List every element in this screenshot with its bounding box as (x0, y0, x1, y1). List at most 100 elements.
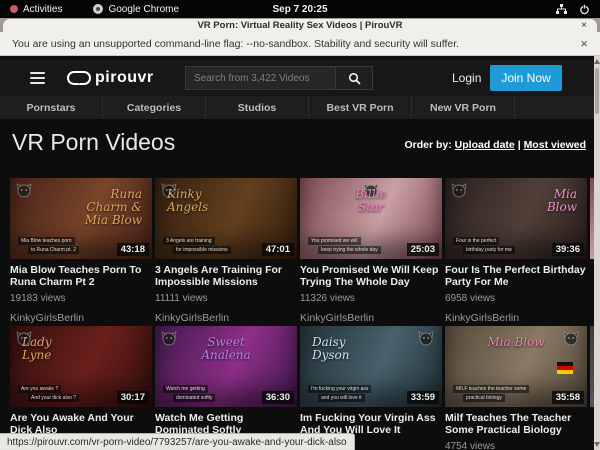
page-content: pirouvr Login Join Now Pornstars Categor… (0, 56, 600, 450)
thumbnail-performer-name: Runa Charm & Mia Blow (85, 188, 142, 228)
video-thumbnail[interactable]: Billie Star You promised we willkeep try… (300, 178, 442, 259)
menu-item-pornstars[interactable]: Pornstars (0, 96, 103, 119)
thumbnail-caption: MILF teaches the teacher somepractical b… (453, 385, 529, 402)
video-thumbnail[interactable]: Mia Blow MILF teaches the teacher somepr… (445, 326, 587, 407)
german-flag-icon (557, 362, 573, 374)
menu-item-categories[interactable]: Categories (103, 96, 206, 119)
order-upload-date-link[interactable]: Upload date (455, 139, 515, 151)
search-icon (348, 72, 361, 85)
thumbnail-performer-name: Mia Blow (445, 336, 587, 349)
order-by-label: Order by: (404, 139, 451, 151)
thumbnail-caption: Mia Blow teaches pornto Runa Charm pt. 2 (18, 237, 79, 254)
thumbnail-performer-name: Lady Lyne (22, 336, 52, 362)
menu-item-best-vr-porn[interactable]: Best VR Porn (309, 96, 412, 119)
search-input[interactable] (185, 66, 335, 90)
menu-item-new-vr-porn[interactable]: New VR Porn (412, 96, 515, 119)
video-title[interactable]: Four Is The Perfect Birthday Party For M… (445, 264, 587, 288)
scroll-up-arrow[interactable] (594, 59, 600, 64)
scroll-down-arrow[interactable] (594, 442, 600, 447)
infobar-close-icon[interactable]: × (580, 36, 588, 51)
video-studio-link[interactable]: KinkyGirlsBerlin (300, 312, 442, 324)
video-studio-link[interactable]: KinkyGirlsBerlin (445, 312, 587, 324)
thumbnail-caption: You promised we willkeep trying the whol… (308, 237, 381, 254)
video-studio-link[interactable]: KinkyGirlsBerlin (10, 312, 152, 324)
video-title[interactable]: Mia Blow Teaches Porn To Runa Charm Pt 2 (10, 264, 152, 288)
video-thumbnail[interactable]: Daisy Dyson I'm fucking your virgin assa… (300, 326, 442, 407)
status-bubble: https://pirouvr.com/vr-porn-video/779325… (0, 433, 355, 450)
system-top-bar: Activities Google Chrome Sep 7 20:25 (0, 0, 600, 18)
browser-window: Activities Google Chrome Sep 7 20:25 VR … (0, 0, 600, 450)
video-card[interactable]: Daisy Dyson I'm fucking your virgin assa… (300, 326, 442, 450)
thumbnail-performer-name: Billie Star (300, 188, 442, 214)
thumbnail-caption: Are you awake ?And your dick also ? (18, 385, 79, 402)
logo-text: pirouvr (95, 69, 154, 87)
studio-cat-logo-icon (418, 331, 434, 346)
scrollbar-thumb[interactable] (595, 68, 599, 114)
video-thumbnail[interactable]: Mia Blow Four is the perfectbirthday par… (445, 178, 587, 259)
video-views: 11326 views (300, 293, 442, 304)
order-most-viewed-link[interactable]: Most viewed (524, 139, 586, 151)
video-card[interactable]: Lady Lyne Are you awake ?And your dick a… (10, 326, 152, 450)
video-title[interactable]: 3 Angels Are Training For Impossible Mis… (155, 264, 297, 288)
video-studio-link[interactable]: KinkyGirlsBerlin (155, 312, 297, 324)
chrome-infobar: You are using an unsupported command-lin… (0, 32, 600, 56)
scrollbar[interactable] (594, 56, 600, 450)
join-now-button[interactable]: Join Now (490, 65, 562, 91)
main-menu: Pornstars Categories Studios Best VR Por… (0, 96, 600, 119)
video-card[interactable]: Sweet Analena Watch me gettingdominated … (155, 326, 297, 450)
video-duration-badge: 43:18 (117, 243, 149, 256)
studio-cat-logo-icon (451, 183, 467, 198)
thumbnail-performer-name: Mia Blow (547, 188, 577, 214)
video-duration-badge: 47:01 (262, 243, 294, 256)
video-thumbnail[interactable]: Kinky Angels 3 Angels are trainingfor im… (155, 178, 297, 259)
video-views: 6958 views (445, 293, 587, 304)
video-duration-badge: 33:59 (407, 391, 439, 404)
video-card[interactable]: Mia Blow Four is the perfectbirthday par… (445, 178, 587, 324)
thumbnail-performer-name: Sweet Analena (155, 336, 297, 362)
thumbnail-performer-name: Daisy Dyson (312, 336, 350, 362)
tab-title: VR Porn: Virtual Reality Sex Videos | Pi… (197, 20, 402, 31)
video-views: 19183 views (10, 293, 152, 304)
heading-row: VR Porn Videos Order by: Upload date | M… (0, 119, 600, 167)
power-icon[interactable] (579, 4, 590, 15)
order-by-controls: Order by: Upload date | Most viewed (404, 139, 586, 151)
site-logo[interactable]: pirouvr (67, 69, 154, 87)
video-thumbnail[interactable]: Sweet Analena Watch me gettingdominated … (155, 326, 297, 407)
tab-strip: VR Porn: Virtual Reality Sex Videos | Pi… (0, 18, 600, 32)
thumbnail-caption: Four is the perfectbirthday party for me (453, 237, 515, 254)
search-button[interactable] (335, 66, 373, 90)
network-tree-icon[interactable] (556, 4, 567, 15)
video-duration-badge: 25:03 (407, 243, 439, 256)
video-duration-badge: 36:30 (262, 391, 294, 404)
page-title: VR Porn Videos (12, 129, 175, 156)
browser-tab[interactable]: VR Porn: Virtual Reality Sex Videos | Pi… (3, 19, 597, 32)
site-navbar: pirouvr Login Join Now (0, 60, 600, 96)
video-duration-badge: 39:36 (552, 243, 584, 256)
search-box (185, 66, 373, 90)
login-link[interactable]: Login (452, 71, 481, 85)
video-thumbnail[interactable]: Lady Lyne Are you awake ?And your dick a… (10, 326, 152, 407)
video-card[interactable]: Runa Charm & Mia Blow Mia Blow teaches p… (10, 178, 152, 324)
thumbnail-caption: I'm fucking your virgin assand you will … (308, 385, 371, 402)
menu-item-studios[interactable]: Studios (206, 96, 309, 119)
video-card[interactable]: Kinky Angels 3 Angels are trainingfor im… (155, 178, 297, 324)
video-duration-badge: 30:17 (117, 391, 149, 404)
video-title[interactable]: You Promised We Will Keep Trying The Who… (300, 264, 442, 288)
thumbnail-caption: Watch me gettingdominated softly (163, 385, 215, 402)
video-duration-badge: 35:58 (552, 391, 584, 404)
infobar-message: You are using an unsupported command-lin… (12, 38, 459, 50)
video-title[interactable]: Milf Teaches The Teacher Some Practical … (445, 412, 587, 436)
thumbnail-caption: 3 Angels are trainingfor impossible miss… (163, 237, 231, 254)
video-card[interactable]: Mia Blow MILF teaches the teacher somepr… (445, 326, 587, 450)
thumbnail-performer-name: Kinky Angels (167, 188, 208, 214)
video-views: 11111 views (155, 293, 297, 304)
tab-close-icon[interactable]: × (581, 20, 587, 32)
studio-cat-logo-icon (16, 183, 32, 198)
order-divider: | (518, 139, 521, 151)
video-views: 4754 views (445, 441, 587, 450)
hamburger-menu-icon[interactable] (30, 72, 45, 84)
vr-goggles-icon (67, 71, 91, 85)
video-card[interactable]: Billie Star You promised we willkeep try… (300, 178, 442, 324)
video-thumbnail[interactable]: Runa Charm & Mia Blow Mia Blow teaches p… (10, 178, 152, 259)
system-clock[interactable]: Sep 7 20:25 (0, 4, 600, 15)
